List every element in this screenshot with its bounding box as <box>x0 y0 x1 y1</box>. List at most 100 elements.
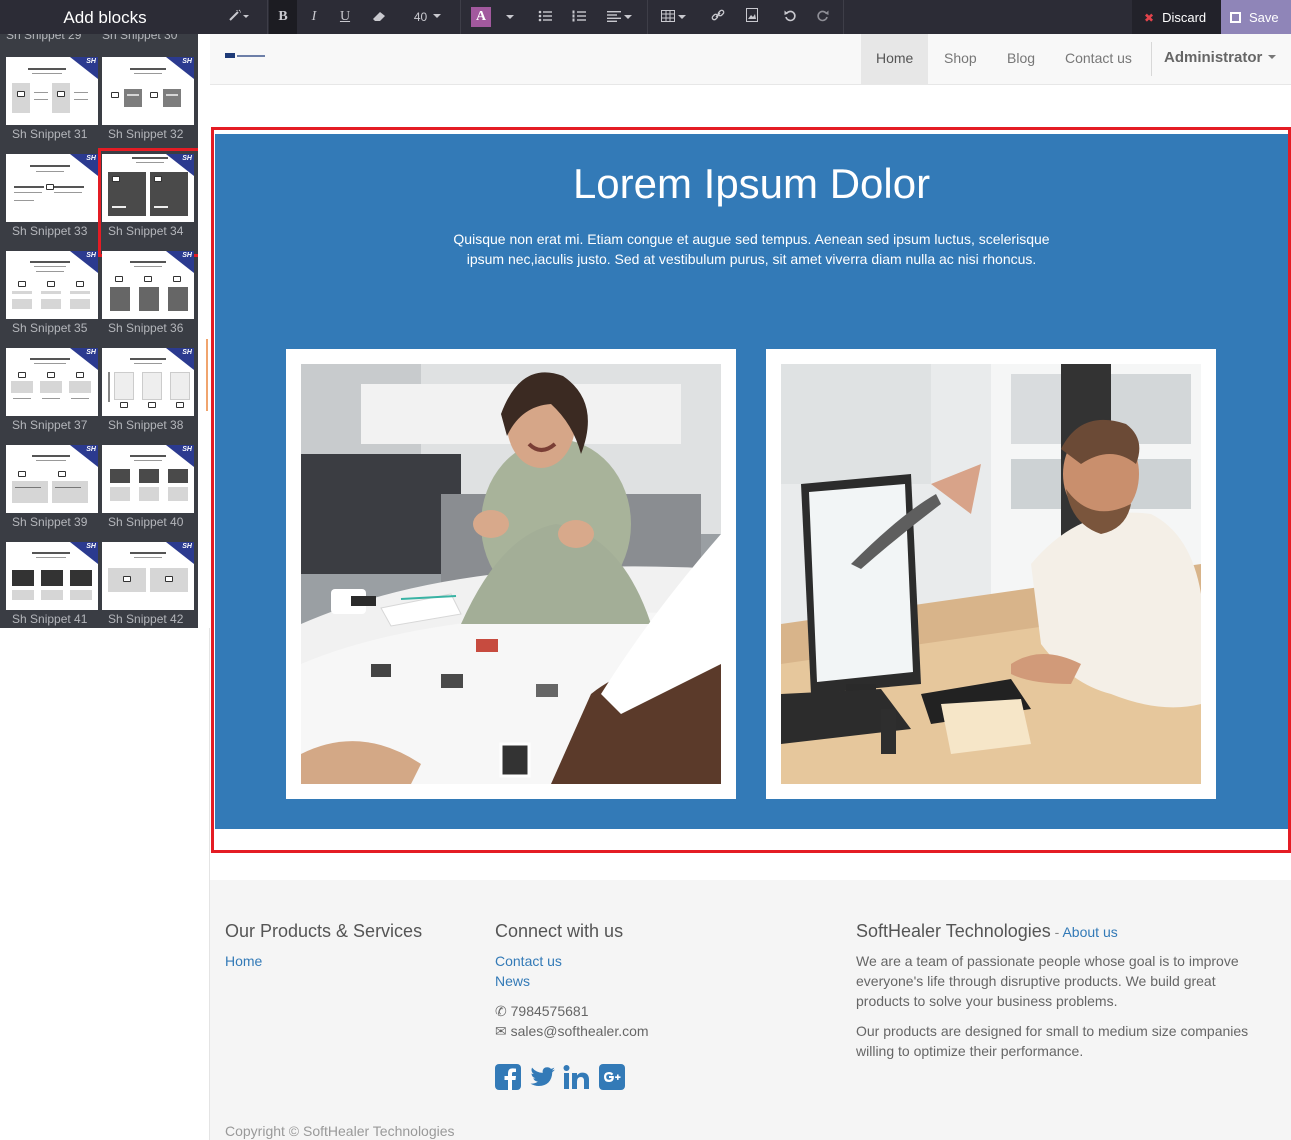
text-color-button[interactable]: A <box>471 7 491 27</box>
snippet-41[interactable]: SH Sh Snippet 41 <box>6 542 98 628</box>
company-logo[interactable] <box>225 53 265 60</box>
about-us-link[interactable]: About us <box>1062 924 1117 940</box>
bold-button[interactable]: B <box>269 0 297 34</box>
image-card-right[interactable] <box>766 349 1216 799</box>
image-icon[interactable] <box>740 0 764 34</box>
snippet-thumbnail: SH <box>6 154 98 222</box>
table-dropdown[interactable] <box>658 0 688 34</box>
footer-contact-link[interactable]: Contact us <box>495 953 562 969</box>
snippet-panel: Add blocks Sh Snippet 29 Sh Snippet 30 S… <box>0 0 210 1140</box>
footer-connect-heading: Connect with us <box>495 921 624 941</box>
snippet-thumbnail: SH <box>6 57 98 125</box>
snippet-block[interactable]: Lorem Ipsum Dolor Quisque non erat mi. E… <box>215 134 1288 829</box>
nav-shop[interactable]: Shop <box>929 34 992 84</box>
snippet-34[interactable]: SH Sh Snippet 34 <box>98 148 206 257</box>
close-icon: ✖ <box>1144 11 1155 25</box>
underline-button[interactable]: U <box>331 0 359 34</box>
save-button[interactable]: Save <box>1221 0 1291 34</box>
discard-button[interactable]: ✖ Discard <box>1132 0 1221 34</box>
nav-blog[interactable]: Blog <box>992 34 1050 84</box>
snippet-35[interactable]: SH Sh Snippet 35 <box>6 251 98 345</box>
twitter-icon[interactable] <box>529 1064 556 1091</box>
envelope-icon: ✉ <box>495 1023 507 1039</box>
snippet-36[interactable]: SH Sh Snippet 36 <box>102 251 194 345</box>
eraser-icon[interactable] <box>364 0 394 34</box>
nav-home[interactable]: Home <box>861 34 929 84</box>
magic-wand-icon[interactable] <box>224 0 254 34</box>
unordered-list-icon[interactable] <box>533 0 557 34</box>
undo-icon[interactable] <box>778 0 802 34</box>
discard-label: Discard <box>1162 10 1207 25</box>
align-dropdown[interactable] <box>604 0 634 34</box>
image-card-left[interactable] <box>286 349 736 799</box>
footer-phone: ✆ 7984575681 <box>495 1001 589 1021</box>
footer-about-text-2: Our products are designed for small to m… <box>856 1023 1249 1059</box>
footer-about-text-1: We are a team of passionate people whose… <box>856 953 1239 1009</box>
panel-empty-area <box>0 628 210 1140</box>
save-label: Save <box>1249 10 1279 25</box>
snippet-label: Sh Snippet 39 <box>12 515 88 529</box>
snippet-label: Sh Snippet 41 <box>12 612 88 626</box>
scrollbar-thumb[interactable] <box>206 339 208 411</box>
site-footer: Our Products & Services Home Connect wit… <box>210 880 1291 1140</box>
snippet-label: Sh Snippet 31 <box>12 127 88 141</box>
snippet-thumbnail: SH <box>102 251 194 319</box>
snippet-thumbnail: SH <box>102 445 194 513</box>
snippet-31[interactable]: SH Sh Snippet 31 <box>6 57 98 151</box>
snippet-42[interactable]: SH Sh Snippet 42 <box>102 542 194 628</box>
nav-contact-us[interactable]: Contact us <box>1050 34 1147 84</box>
snippet-37[interactable]: SH Sh Snippet 37 <box>6 348 98 442</box>
font-size-value: 40 <box>413 10 428 24</box>
floppy-disk-icon <box>1230 12 1241 23</box>
snippet-40[interactable]: SH Sh Snippet 40 <box>102 445 194 539</box>
snippet-thumbnail: SH <box>6 251 98 319</box>
photo-woman-laughing[interactable] <box>301 364 721 784</box>
google-plus-icon[interactable] <box>599 1064 626 1091</box>
snippet-thumbnail: SH <box>102 154 194 222</box>
redo-icon[interactable] <box>810 0 834 34</box>
snippet-label: Sh Snippet 37 <box>12 418 88 432</box>
link-icon[interactable] <box>706 0 730 34</box>
snippet-38[interactable]: SH Sh Snippet 38 <box>102 348 194 442</box>
snippet-label: Sh Snippet 38 <box>108 418 184 432</box>
footer-company-heading: SoftHealer Technologies - About us <box>856 921 1118 942</box>
snippet-label: Sh Snippet 36 <box>108 321 184 335</box>
user-menu-label: Administrator <box>1164 49 1263 66</box>
footer-email[interactable]: ✉ sales@softhealer.com <box>495 1021 649 1041</box>
hero-text[interactable]: Quisque non erat mi. Etiam congue et aug… <box>443 229 1060 269</box>
company-name: SoftHealer Technologies <box>856 921 1051 941</box>
site-navbar: Home Shop Blog Contact us Administrator <box>210 34 1291 85</box>
nav-divider <box>1151 42 1152 76</box>
snippet-label: Sh Snippet 34 <box>108 224 184 238</box>
footer-news-link[interactable]: News <box>495 973 530 989</box>
footer-products-heading: Our Products & Services <box>225 921 423 941</box>
phone-icon: ✆ <box>495 1003 507 1019</box>
snippet-thumbnail: SH <box>102 348 194 416</box>
snippet-thumbnail: SH <box>6 348 98 416</box>
snippet-39[interactable]: SH Sh Snippet 39 <box>6 445 98 539</box>
snippet-label-partial: Sh Snippet 30 <box>102 34 178 42</box>
snippet-label-partial: Sh Snippet 29 <box>6 34 82 42</box>
heading-separator: - <box>1050 924 1063 940</box>
snippet-thumbnail: SH <box>102 542 194 610</box>
linkedin-icon[interactable] <box>563 1064 590 1091</box>
footer-home-link[interactable]: Home <box>225 953 262 969</box>
facebook-icon[interactable] <box>495 1064 522 1091</box>
snippet-label: Sh Snippet 40 <box>108 515 184 529</box>
snippet-33[interactable]: SH Sh Snippet 33 <box>6 154 98 248</box>
panel-scrollbar[interactable] <box>198 34 210 628</box>
snippet-label: Sh Snippet 42 <box>108 612 184 626</box>
user-menu[interactable]: Administrator <box>1164 34 1277 84</box>
snippet-thumbnail: SH <box>6 445 98 513</box>
photo-man-at-computer[interactable] <box>781 364 1201 784</box>
ordered-list-icon[interactable] <box>567 0 591 34</box>
font-size-dropdown[interactable]: 40 <box>405 0 450 34</box>
color-dropdown[interactable] <box>500 0 520 34</box>
snippet-32[interactable]: SH Sh Snippet 32 <box>102 57 194 151</box>
italic-button[interactable]: I <box>300 0 328 34</box>
snippet-label: Sh Snippet 35 <box>12 321 88 335</box>
snippet-list[interactable]: Sh Snippet 29 Sh Snippet 30 SH Sh Snippe… <box>0 34 210 628</box>
hero-title[interactable]: Lorem Ipsum Dolor <box>215 160 1288 208</box>
chevron-down-icon <box>1268 55 1277 59</box>
snippet-thumbnail: SH <box>6 542 98 610</box>
